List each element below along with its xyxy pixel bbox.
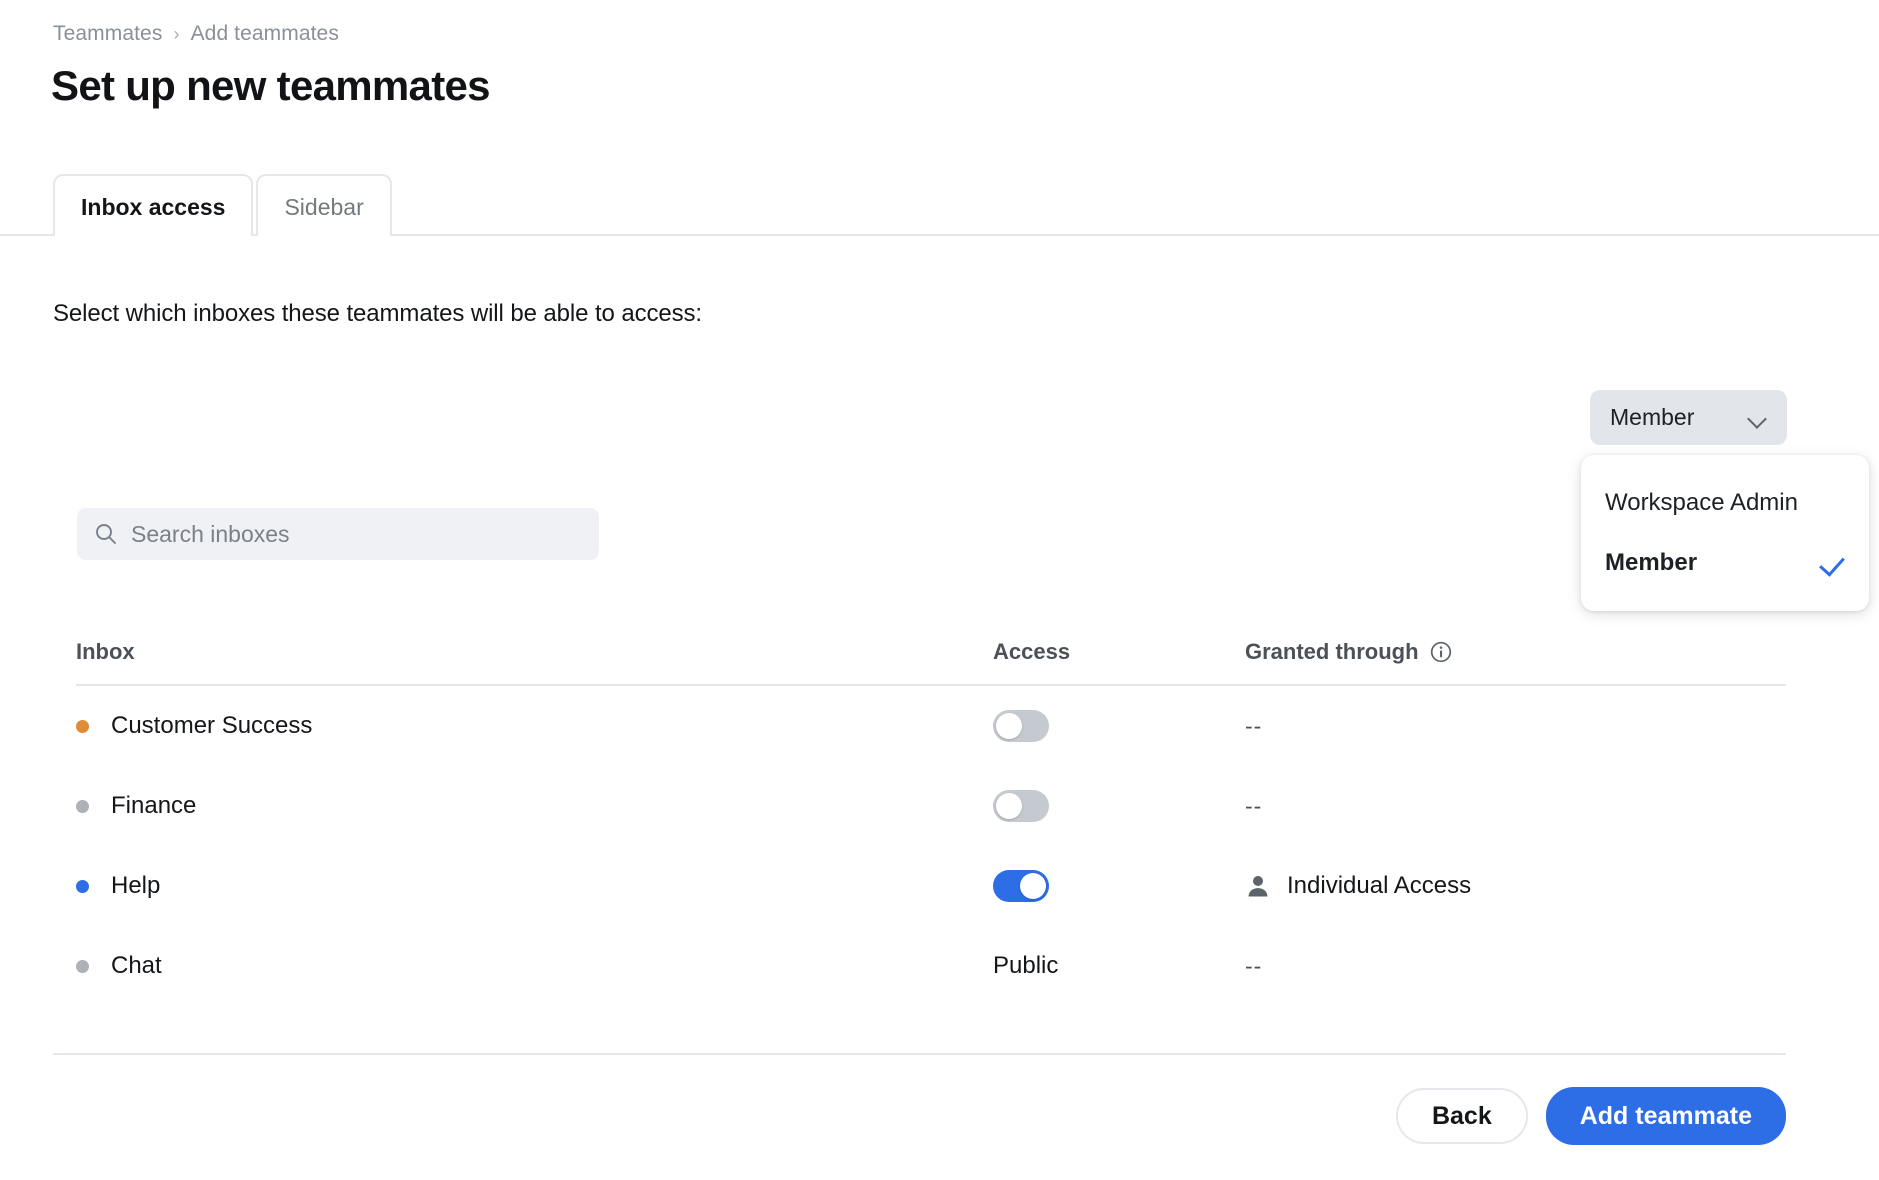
row-granted-cell: -- (1245, 713, 1786, 740)
role-dropdown-trigger[interactable]: Member (1590, 390, 1787, 445)
inbox-name: Chat (111, 952, 162, 979)
table-row: Customer Success -- (76, 686, 1786, 766)
column-header-access: Access (993, 639, 1071, 664)
table-header-row: Inbox Access Granted through (76, 639, 1786, 686)
row-access-cell: Public (993, 952, 1245, 980)
back-button[interactable]: Back (1395, 1088, 1528, 1144)
role-option-label: Member (1605, 549, 1698, 576)
inbox-name: Help (111, 872, 161, 899)
role-option-workspace-admin[interactable]: Workspace Admin (1581, 473, 1869, 533)
inbox-name: Customer Success (111, 712, 313, 739)
inbox-color-dot-icon (76, 879, 89, 893)
add-teammate-button[interactable]: Add teammate (1545, 1087, 1786, 1145)
breadcrumb-separator-icon: › (173, 24, 180, 44)
row-inbox-cell: Help (76, 872, 993, 900)
access-toggle[interactable] (993, 790, 1049, 822)
access-public-label: Public (993, 952, 1059, 979)
inbox-color-dot-icon (76, 799, 89, 813)
footer-actions: Back Add teammate (1395, 1087, 1786, 1145)
row-inbox-cell: Chat (76, 952, 993, 980)
search-icon (96, 524, 116, 544)
column-header-granted-label: Granted through (1245, 639, 1419, 664)
inbox-access-table: Inbox Access Granted through Customer Su… (76, 639, 1786, 1006)
table-row: Finance -- (76, 766, 1786, 846)
instruction-text: Select which inboxes these teammates wil… (53, 300, 702, 327)
row-granted-cell: Individual Access (1245, 872, 1786, 900)
toggle-knob (996, 713, 1022, 739)
granted-through-value: -- (1245, 712, 1263, 739)
role-dropdown-menu: Workspace Admin Member (1581, 455, 1869, 611)
granted-through-value: Individual Access (1287, 872, 1472, 899)
granted-through-value: -- (1245, 792, 1263, 819)
tab-inbox-access[interactable]: Inbox access (53, 174, 254, 238)
row-access-cell (993, 710, 1245, 742)
person-icon (1248, 876, 1268, 897)
chevron-down-icon (1748, 412, 1768, 424)
column-header-inbox: Inbox (76, 639, 135, 664)
role-option-member[interactable]: Member (1581, 533, 1869, 593)
inbox-color-dot-icon (76, 719, 89, 733)
toggle-knob (1020, 873, 1046, 899)
table-bottom-divider (53, 1053, 1786, 1055)
tab-bar: Inbox access Sidebar (0, 172, 1879, 238)
search-inboxes-box[interactable] (77, 508, 599, 560)
breadcrumb: Teammates › Add teammates (53, 22, 339, 46)
row-granted-cell: -- (1245, 793, 1786, 820)
column-header-granted-through: Granted through (1245, 639, 1786, 665)
info-icon[interactable] (1429, 640, 1453, 664)
tab-sidebar[interactable]: Sidebar (256, 174, 392, 236)
table-row: Help Individual Access (76, 846, 1786, 926)
row-access-cell (993, 870, 1245, 902)
granted-through-value: -- (1245, 952, 1263, 979)
check-icon (1821, 550, 1847, 576)
page-title: Set up new teammates (51, 62, 491, 109)
row-access-cell (993, 790, 1245, 822)
access-toggle[interactable] (993, 870, 1049, 902)
inbox-name: Finance (111, 792, 197, 819)
table-row: Chat Public -- (76, 926, 1786, 1006)
role-dropdown-value: Member (1610, 404, 1695, 430)
row-inbox-cell: Customer Success (76, 712, 993, 740)
breadcrumb-item-add-teammates[interactable]: Add teammates (191, 22, 339, 46)
breadcrumb-item-teammates[interactable]: Teammates (53, 22, 162, 46)
row-granted-cell: -- (1245, 953, 1786, 980)
page-root: Teammates › Add teammates Set up new tea… (0, 0, 1879, 1180)
row-inbox-cell: Finance (76, 792, 993, 820)
role-option-label: Workspace Admin (1605, 489, 1798, 516)
access-toggle[interactable] (993, 710, 1049, 742)
inbox-color-dot-icon (76, 959, 89, 973)
search-input[interactable] (131, 520, 581, 548)
toggle-knob (996, 793, 1022, 819)
